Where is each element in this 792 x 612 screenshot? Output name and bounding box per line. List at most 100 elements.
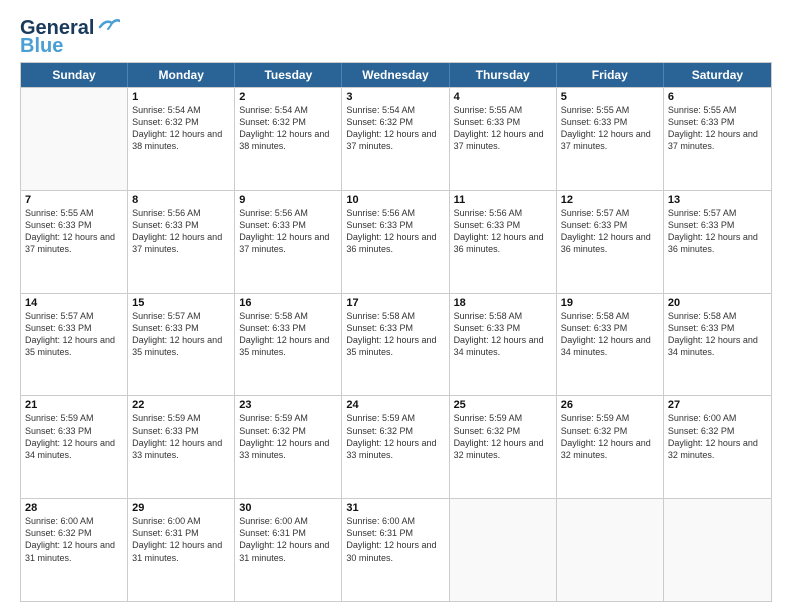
cell-info: Sunrise: 5:57 AM Sunset: 6:33 PM Dayligh… [25,310,123,359]
logo-blue-text: Blue [20,36,63,56]
header-day-wednesday: Wednesday [342,63,449,87]
cell-info: Sunrise: 5:54 AM Sunset: 6:32 PM Dayligh… [346,104,444,153]
cell-info: Sunrise: 5:57 AM Sunset: 6:33 PM Dayligh… [668,207,767,256]
calendar-cell: 27Sunrise: 6:00 AM Sunset: 6:32 PM Dayli… [664,396,771,498]
calendar-cell: 6Sunrise: 5:55 AM Sunset: 6:33 PM Daylig… [664,88,771,190]
calendar-cell: 22Sunrise: 5:59 AM Sunset: 6:33 PM Dayli… [128,396,235,498]
day-number: 5 [561,91,659,103]
day-number: 6 [668,91,767,103]
calendar-row-5: 28Sunrise: 6:00 AM Sunset: 6:32 PM Dayli… [21,498,771,601]
cell-info: Sunrise: 5:57 AM Sunset: 6:33 PM Dayligh… [132,310,230,359]
day-number: 16 [239,297,337,309]
calendar: SundayMondayTuesdayWednesdayThursdayFrid… [20,62,772,602]
calendar-cell: 5Sunrise: 5:55 AM Sunset: 6:33 PM Daylig… [557,88,664,190]
calendar-cell: 20Sunrise: 5:58 AM Sunset: 6:33 PM Dayli… [664,294,771,396]
cell-info: Sunrise: 5:58 AM Sunset: 6:33 PM Dayligh… [239,310,337,359]
cell-info: Sunrise: 6:00 AM Sunset: 6:32 PM Dayligh… [25,515,123,564]
cell-info: Sunrise: 6:00 AM Sunset: 6:31 PM Dayligh… [132,515,230,564]
calendar-row-4: 21Sunrise: 5:59 AM Sunset: 6:33 PM Dayli… [21,395,771,498]
calendar-cell: 10Sunrise: 5:56 AM Sunset: 6:33 PM Dayli… [342,191,449,293]
cell-info: Sunrise: 5:54 AM Sunset: 6:32 PM Dayligh… [132,104,230,153]
cell-info: Sunrise: 5:55 AM Sunset: 6:33 PM Dayligh… [668,104,767,153]
page: General Blue SundayMondayTuesdayWednesda… [0,0,792,612]
calendar-row-3: 14Sunrise: 5:57 AM Sunset: 6:33 PM Dayli… [21,293,771,396]
day-number: 23 [239,399,337,411]
day-number: 24 [346,399,444,411]
calendar-cell [450,499,557,601]
calendar-cell: 17Sunrise: 5:58 AM Sunset: 6:33 PM Dayli… [342,294,449,396]
day-number: 7 [25,194,123,206]
header-day-friday: Friday [557,63,664,87]
day-number: 27 [668,399,767,411]
calendar-cell: 29Sunrise: 6:00 AM Sunset: 6:31 PM Dayli… [128,499,235,601]
calendar-body: 1Sunrise: 5:54 AM Sunset: 6:32 PM Daylig… [21,87,771,601]
day-number: 17 [346,297,444,309]
calendar-cell: 24Sunrise: 5:59 AM Sunset: 6:32 PM Dayli… [342,396,449,498]
header-day-sunday: Sunday [21,63,128,87]
day-number: 3 [346,91,444,103]
calendar-cell [664,499,771,601]
day-number: 8 [132,194,230,206]
day-number: 22 [132,399,230,411]
day-number: 26 [561,399,659,411]
day-number: 30 [239,502,337,514]
cell-info: Sunrise: 5:55 AM Sunset: 6:33 PM Dayligh… [25,207,123,256]
calendar-cell: 2Sunrise: 5:54 AM Sunset: 6:32 PM Daylig… [235,88,342,190]
logo: General Blue [20,18,120,56]
calendar-cell: 3Sunrise: 5:54 AM Sunset: 6:32 PM Daylig… [342,88,449,190]
calendar-cell: 23Sunrise: 5:59 AM Sunset: 6:32 PM Dayli… [235,396,342,498]
cell-info: Sunrise: 5:59 AM Sunset: 6:32 PM Dayligh… [346,412,444,461]
calendar-cell: 14Sunrise: 5:57 AM Sunset: 6:33 PM Dayli… [21,294,128,396]
day-number: 25 [454,399,552,411]
calendar-cell: 25Sunrise: 5:59 AM Sunset: 6:32 PM Dayli… [450,396,557,498]
day-number: 19 [561,297,659,309]
day-number: 4 [454,91,552,103]
day-number: 10 [346,194,444,206]
header-day-tuesday: Tuesday [235,63,342,87]
day-number: 28 [25,502,123,514]
calendar-cell [21,88,128,190]
calendar-cell: 11Sunrise: 5:56 AM Sunset: 6:33 PM Dayli… [450,191,557,293]
cell-info: Sunrise: 5:58 AM Sunset: 6:33 PM Dayligh… [454,310,552,359]
cell-info: Sunrise: 5:59 AM Sunset: 6:32 PM Dayligh… [561,412,659,461]
cell-info: Sunrise: 5:57 AM Sunset: 6:33 PM Dayligh… [561,207,659,256]
cell-info: Sunrise: 5:58 AM Sunset: 6:33 PM Dayligh… [561,310,659,359]
calendar-cell: 4Sunrise: 5:55 AM Sunset: 6:33 PM Daylig… [450,88,557,190]
calendar-cell [557,499,664,601]
cell-info: Sunrise: 6:00 AM Sunset: 6:32 PM Dayligh… [668,412,767,461]
calendar-cell: 26Sunrise: 5:59 AM Sunset: 6:32 PM Dayli… [557,396,664,498]
day-number: 12 [561,194,659,206]
cell-info: Sunrise: 5:59 AM Sunset: 6:33 PM Dayligh… [25,412,123,461]
logo-bird-icon [98,17,120,35]
calendar-cell: 7Sunrise: 5:55 AM Sunset: 6:33 PM Daylig… [21,191,128,293]
calendar-cell: 9Sunrise: 5:56 AM Sunset: 6:33 PM Daylig… [235,191,342,293]
day-number: 1 [132,91,230,103]
calendar-cell: 28Sunrise: 6:00 AM Sunset: 6:32 PM Dayli… [21,499,128,601]
cell-info: Sunrise: 5:59 AM Sunset: 6:33 PM Dayligh… [132,412,230,461]
day-number: 9 [239,194,337,206]
calendar-cell: 8Sunrise: 5:56 AM Sunset: 6:33 PM Daylig… [128,191,235,293]
cell-info: Sunrise: 5:56 AM Sunset: 6:33 PM Dayligh… [454,207,552,256]
calendar-cell: 21Sunrise: 5:59 AM Sunset: 6:33 PM Dayli… [21,396,128,498]
cell-info: Sunrise: 5:56 AM Sunset: 6:33 PM Dayligh… [132,207,230,256]
calendar-cell: 12Sunrise: 5:57 AM Sunset: 6:33 PM Dayli… [557,191,664,293]
cell-info: Sunrise: 5:54 AM Sunset: 6:32 PM Dayligh… [239,104,337,153]
calendar-cell: 13Sunrise: 5:57 AM Sunset: 6:33 PM Dayli… [664,191,771,293]
day-number: 13 [668,194,767,206]
calendar-cell: 31Sunrise: 6:00 AM Sunset: 6:31 PM Dayli… [342,499,449,601]
day-number: 20 [668,297,767,309]
calendar-cell: 18Sunrise: 5:58 AM Sunset: 6:33 PM Dayli… [450,294,557,396]
day-number: 18 [454,297,552,309]
day-number: 15 [132,297,230,309]
calendar-row-2: 7Sunrise: 5:55 AM Sunset: 6:33 PM Daylig… [21,190,771,293]
cell-info: Sunrise: 5:56 AM Sunset: 6:33 PM Dayligh… [239,207,337,256]
day-number: 21 [25,399,123,411]
calendar-cell: 19Sunrise: 5:58 AM Sunset: 6:33 PM Dayli… [557,294,664,396]
header-day-monday: Monday [128,63,235,87]
cell-info: Sunrise: 5:59 AM Sunset: 6:32 PM Dayligh… [239,412,337,461]
header: General Blue [20,18,772,56]
header-day-thursday: Thursday [450,63,557,87]
day-number: 11 [454,194,552,206]
calendar-cell: 1Sunrise: 5:54 AM Sunset: 6:32 PM Daylig… [128,88,235,190]
calendar-cell: 15Sunrise: 5:57 AM Sunset: 6:33 PM Dayli… [128,294,235,396]
